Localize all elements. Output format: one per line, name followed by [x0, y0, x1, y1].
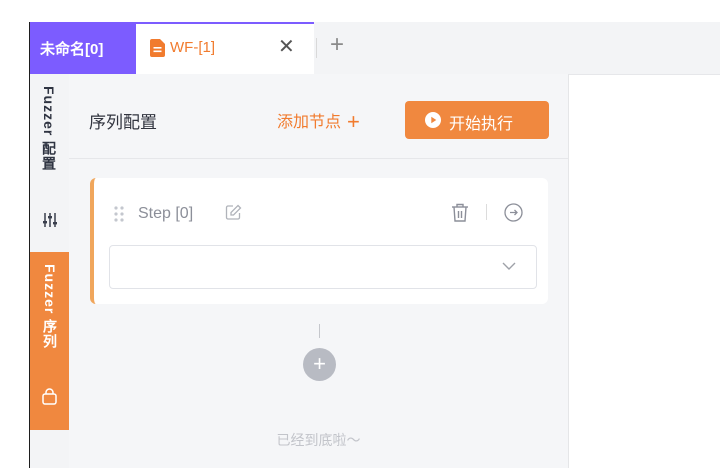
tab-group-label: 未命名[0]: [40, 41, 104, 58]
bag-icon: [42, 388, 57, 405]
side-tab-fuzzer-sequence[interactable]: Fuzzer 序列: [30, 252, 69, 430]
run-label: 开始执行: [449, 116, 514, 133]
goto-icon[interactable]: [504, 203, 523, 222]
side-tab-config-label: Fuzzer 配置: [41, 86, 57, 172]
end-of-list-note: 已经到底啦～: [276, 432, 361, 448]
window-edge: [0, 22, 30, 468]
side-tab-sequence-label: Fuzzer 序列: [42, 264, 58, 350]
drag-handle-icon[interactable]: [113, 205, 125, 223]
tab-wf-1[interactable]: WF-[1] ✕: [136, 22, 314, 74]
start-run-button[interactable]: 开始执行: [405, 101, 549, 139]
plus-icon: +: [347, 109, 360, 134]
sequence-panel: 序列配置 添加节点 + 开始执行 Step [0] + 已经到底啦～: [69, 74, 569, 468]
close-icon[interactable]: ✕: [278, 37, 295, 57]
top-strip: [0, 0, 720, 22]
tab-divider: [316, 38, 317, 58]
side-tabs: Fuzzer 配置 Fuzzer 序列: [30, 74, 69, 468]
play-icon: [425, 112, 441, 128]
tab-bar: 未命名[0] WF-[1] ✕ +: [30, 22, 720, 75]
step-label: Step [0]: [138, 205, 194, 222]
step-select[interactable]: [109, 245, 537, 289]
panel-header: 序列配置 添加节点 + 开始执行: [69, 74, 568, 159]
add-step-button[interactable]: +: [303, 348, 336, 381]
chevron-down-icon: [502, 262, 516, 270]
tab-group-unnamed[interactable]: 未命名[0]: [30, 22, 136, 74]
add-node-label: 添加节点: [277, 114, 342, 131]
side-tab-fuzzer-config[interactable]: Fuzzer 配置: [30, 74, 69, 248]
edit-icon[interactable]: [225, 204, 242, 221]
connector-line: [319, 324, 320, 338]
file-icon: [150, 39, 165, 57]
add-tab-button[interactable]: +: [330, 32, 344, 58]
tab-label: WF-[1]: [170, 39, 215, 56]
plus-icon: +: [313, 351, 326, 376]
step-card: Step [0]: [90, 178, 548, 304]
panel-title: 序列配置: [89, 113, 157, 132]
add-node-button[interactable]: 添加节点 +: [277, 108, 360, 135]
settings-sliders-icon: [43, 213, 57, 227]
trash-icon[interactable]: [451, 203, 469, 223]
card-divider: [486, 204, 487, 220]
